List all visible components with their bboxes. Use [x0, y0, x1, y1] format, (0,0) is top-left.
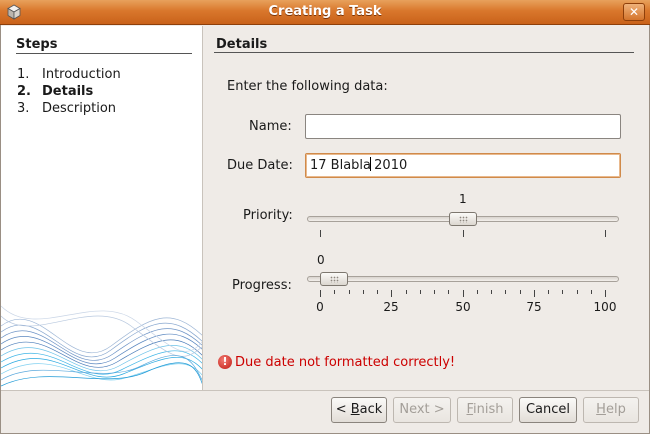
progress-tick-label: 25	[383, 300, 399, 314]
progress-tick	[605, 290, 606, 297]
step-item-introduction: 1. Introduction	[17, 66, 121, 83]
next-button[interactable]: Next >	[393, 397, 451, 423]
finish-button[interactable]: Finish	[457, 397, 513, 423]
step-label: Introduction	[42, 67, 121, 82]
priority-value: 1	[459, 192, 467, 206]
instruction-text: Enter the following data:	[227, 79, 388, 94]
progress-tick	[505, 290, 506, 294]
progress-tick	[377, 290, 378, 294]
help-mnemonic: H	[596, 402, 606, 417]
window-title: Creating a Task	[268, 4, 382, 19]
button-bar-divider	[1, 390, 649, 391]
back-label-pre: <	[335, 402, 351, 417]
steps-title: Steps	[16, 37, 58, 52]
decorative-waves-image	[1, 305, 202, 387]
back-mnemonic: B	[350, 402, 360, 417]
progress-tick	[534, 290, 535, 297]
progress-tick	[320, 290, 321, 297]
progress-tick-label: 100	[593, 300, 617, 314]
name-input[interactable]	[305, 114, 621, 139]
close-button[interactable]: ✕	[623, 3, 645, 21]
progress-tick	[406, 290, 407, 294]
error-icon: !	[218, 355, 232, 369]
step-number: 2.	[17, 84, 31, 99]
step-item-details: 2. Details	[17, 83, 121, 100]
steps-panel: Steps 1. Introduction 2. Details 3. Descrip…	[1, 26, 203, 390]
progress-tick	[520, 290, 521, 294]
progress-tick	[591, 290, 592, 294]
priority-tick	[463, 230, 464, 237]
progress-slider-thumb[interactable]	[320, 272, 348, 286]
close-icon: ✕	[628, 5, 640, 19]
progress-tick-label: 0	[316, 300, 324, 314]
progress-tick	[577, 290, 578, 294]
finish-label-post: inish	[473, 402, 504, 417]
progress-tick	[349, 290, 350, 294]
progress-tick	[363, 290, 364, 294]
step-label: Description	[42, 101, 117, 116]
step-number: 1.	[17, 67, 30, 82]
steps-divider	[16, 53, 192, 54]
progress-tick	[548, 290, 549, 294]
progress-tick	[562, 290, 563, 294]
progress-tick	[463, 290, 464, 297]
progress-label: Progress:	[232, 278, 292, 293]
error-message: Due date not formatted correctly!	[235, 355, 456, 370]
details-title: Details	[216, 37, 268, 52]
progress-tick	[420, 290, 421, 294]
due-date-text-before-caret: 17 Blabla	[310, 158, 372, 173]
steps-list: 1. Introduction 2. Details 3. Description	[17, 66, 121, 117]
due-date-input[interactable]: 17 Blabla 2010	[305, 153, 621, 178]
progress-value: 0	[317, 253, 325, 267]
back-button[interactable]: < Back	[331, 397, 387, 423]
help-button[interactable]: Help	[583, 397, 639, 423]
title-bar[interactable]: Creating a Task ✕	[0, 0, 650, 25]
name-label: Name:	[249, 119, 292, 134]
progress-tick	[334, 290, 335, 294]
details-divider	[214, 52, 634, 53]
progress-tick	[491, 290, 492, 294]
cancel-button[interactable]: Cancel	[519, 397, 577, 423]
progress-tick-label: 75	[526, 300, 542, 314]
progress-slider-track[interactable]	[307, 276, 619, 282]
step-number: 3.	[17, 101, 30, 116]
priority-tick	[320, 230, 321, 237]
priority-slider-thumb[interactable]	[448, 212, 477, 226]
progress-tick	[391, 290, 392, 297]
progress-tick-label: 50	[455, 300, 471, 314]
priority-label: Priority:	[243, 208, 293, 223]
back-label-post: ack	[359, 402, 383, 417]
priority-tick	[605, 230, 606, 237]
help-label-post: elp	[605, 402, 626, 417]
step-item-description: 3. Description	[17, 100, 121, 117]
progress-tick	[477, 290, 478, 294]
due-date-label: Due Date:	[227, 158, 293, 173]
due-date-text-after-caret: 2010	[370, 158, 408, 173]
progress-tick	[448, 290, 449, 294]
progress-tick	[434, 290, 435, 294]
step-label: Details	[42, 84, 94, 99]
